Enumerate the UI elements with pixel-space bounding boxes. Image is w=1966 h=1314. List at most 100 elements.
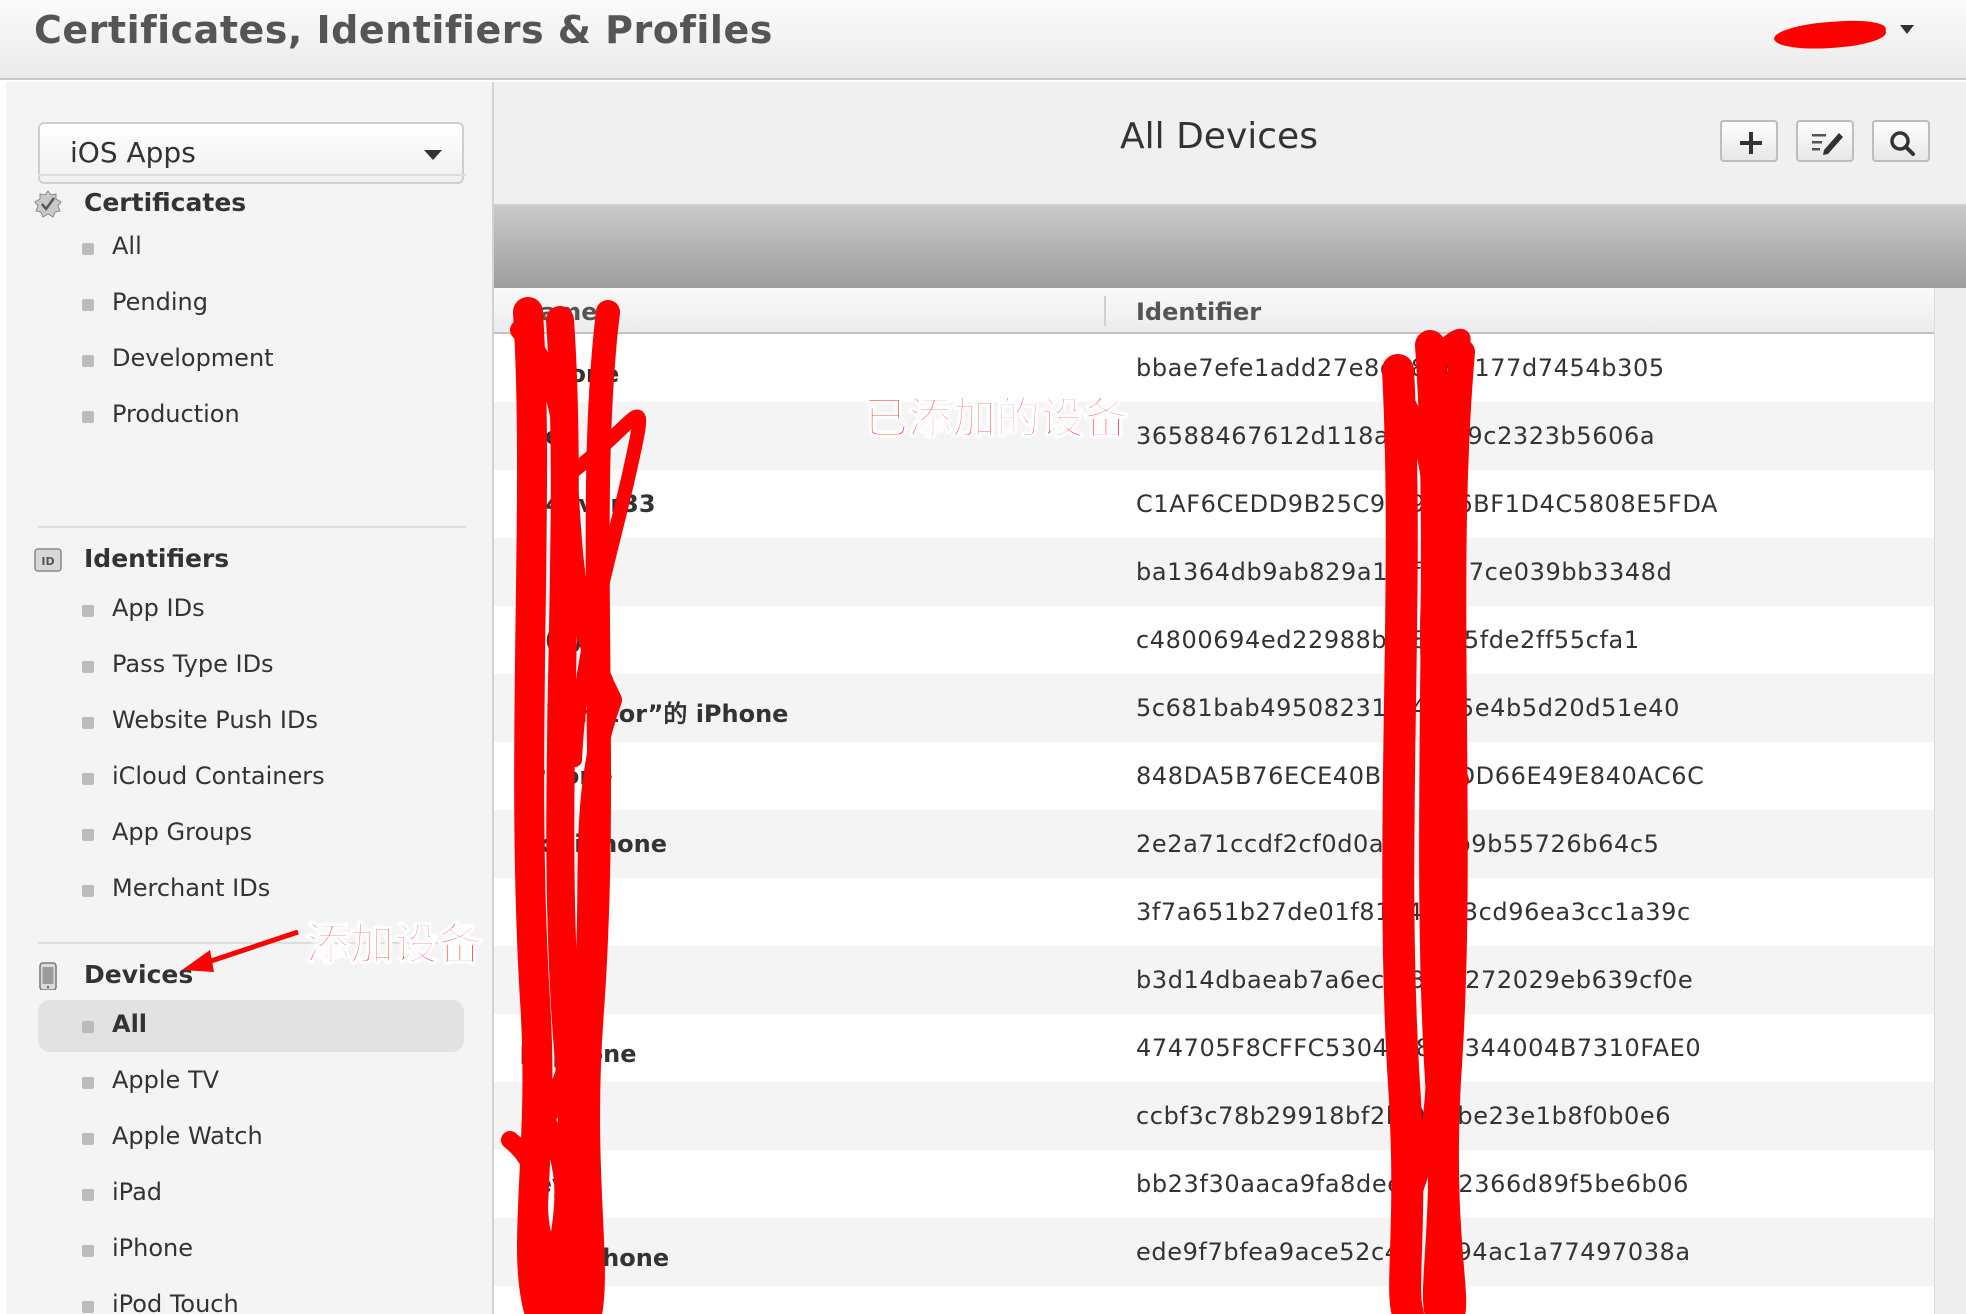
device-identifier: bbae7efe1add27e8cf 8568177d7454b305: [1136, 354, 1665, 382]
add-device-button[interactable]: [1720, 120, 1778, 162]
bullet-icon: [82, 1245, 94, 1257]
bullet-icon: [82, 1077, 94, 1089]
device-identifier: ede9f7bfea9ace52c4d 7094ac1a77497038a: [1136, 1238, 1691, 1266]
sidebar-item-apple-watch[interactable]: Apple Watch: [38, 1112, 464, 1164]
device-identifier: 5c681bab495082316 4885e4b5d20d51e40: [1136, 694, 1680, 722]
bullet-icon: [82, 299, 94, 311]
table-row[interactable]: n 4ever33 C1AF6CEDD9B25C94 9E56BF1D4C5808…: [494, 470, 1934, 538]
device-name: sky iPhone: [520, 830, 667, 858]
edit-button[interactable]: [1796, 120, 1854, 162]
devices-table: 的 hone bbae7efe1add27e8cf 8568177d7454b30…: [494, 334, 1934, 1314]
bullet-icon: [82, 717, 94, 729]
section-identifiers[interactable]: ID Identifiers: [34, 542, 454, 582]
sidebar-item-app-ids[interactable]: App IDs: [38, 584, 464, 636]
table-row[interactable]: ba1364db9ab829a1d fb377ce039bb3348d: [494, 538, 1934, 606]
device-icon: [39, 962, 57, 990]
sidebar-item-label: iCloud Containers: [112, 762, 325, 790]
sidebar-item-devices-all[interactable]: All: [38, 1000, 464, 1052]
column-header-identifier[interactable]: Identifier: [1136, 298, 1261, 326]
sidebar-item-certificates-development[interactable]: Development: [38, 334, 464, 386]
device-identifier: C1AF6CEDD9B25C94 9E56BF1D4C5808E5FDA: [1136, 490, 1719, 518]
search-icon: [1890, 131, 1915, 156]
device-identifier: b3d14dbaeab7a6ec6f3 6a272029eb639cf0e: [1136, 966, 1694, 994]
table-row[interactable]: inistrator”的 iPhone 5c681bab495082316 488…: [494, 674, 1934, 742]
sidebar-divider: [38, 526, 466, 528]
column-header-name[interactable]: Name: [520, 298, 598, 326]
sidebar-item-apple-tv[interactable]: Apple TV: [38, 1056, 464, 1108]
bullet-icon: [82, 411, 94, 423]
section-devices[interactable]: Devices: [34, 958, 454, 998]
sidebar-item-label: Apple TV: [112, 1066, 220, 1094]
section-certificates[interactable]: Certificates: [34, 186, 454, 226]
table-row[interactable]: 的 hone bbae7efe1add27e8cf 8568177d7454b30…: [494, 334, 1934, 402]
table-row[interactable]: veyou bb23f30aaca9fa8dee5 332366d89f5be6b…: [494, 1150, 1934, 1218]
section-label-identifiers: Identifiers: [84, 544, 230, 573]
device-name: iPhone: [520, 762, 613, 790]
sidebar-item-label: All: [112, 232, 142, 260]
device-name: n 4ever33: [520, 490, 656, 518]
scrollbar-track[interactable]: [1934, 288, 1966, 1314]
device-name: n: [520, 1102, 538, 1130]
sidebar-item-label: iPad: [112, 1178, 163, 1206]
plus-icon: [1740, 132, 1762, 154]
column-separator: [1104, 296, 1106, 326]
account-menu[interactable]: [1773, 16, 1914, 54]
sidebar-item-certificates-all[interactable]: All: [38, 222, 464, 274]
sidebar-item-label: iPod Touch: [112, 1290, 239, 1314]
caret-down-icon[interactable]: [1900, 25, 1914, 34]
device-identifier: bb23f30aaca9fa8dee5 332366d89f5be6b06: [1136, 1170, 1690, 1198]
sidebar-item-app-groups[interactable]: App Groups: [38, 808, 464, 860]
sidebar-item-pass-type-ids[interactable]: Pass Type IDs: [38, 640, 464, 692]
table-row[interactable]: 的 phone 474705F8CFFC5304D 8B6344004B7310F…: [494, 1014, 1934, 1082]
table-row[interactable]: sky iPhone 2e2a71ccdf2cf0d0a8a 54b9b55726…: [494, 810, 1934, 878]
table-row[interactable]: [494, 1286, 1934, 1314]
toolbar-band: [494, 206, 1966, 288]
table-row[interactable]: b3d14dbaeab7a6ec6f3 6a272029eb639cf0e: [494, 946, 1934, 1014]
sidebar-item-iphone[interactable]: iPhone: [38, 1224, 464, 1276]
sidebar-item-label: All: [112, 1010, 148, 1038]
sidebar-divider: [38, 942, 466, 944]
device-identifier: 848DA5B76ECE40BD9 00DD66E49E840AC6C: [1136, 762, 1705, 790]
table-row[interactable]: 3f7a651b27de01f8164 223cd96ea3cc1a39c: [494, 878, 1934, 946]
sidebar-divider: [38, 174, 466, 176]
sidebar-item-certificates-production[interactable]: Production: [38, 390, 464, 442]
sidebar-item-website-push-ids[interactable]: Website Push IDs: [38, 696, 464, 748]
sidebar-item-label: Website Push IDs: [112, 706, 318, 734]
sidebar-item-label: iPhone: [112, 1234, 194, 1262]
chevron-down-icon: [424, 150, 442, 160]
bullet-icon: [82, 1133, 94, 1145]
main-header: All Devices: [494, 82, 1966, 206]
account-name-redaction: [1773, 18, 1887, 52]
table-row[interactable]: e (2) c4800694ed22988bd 8ccf5fde2ff55cfa1: [494, 606, 1934, 674]
table-row[interactable]: o e 36588467612d118a acdf39c2323b5606a: [494, 402, 1934, 470]
device-identifier: c4800694ed22988bd 8ccf5fde2ff55cfa1: [1136, 626, 1640, 654]
table-row[interactable]: 何 的iPhone ede9f7bfea9ace52c4d 7094ac1a774…: [494, 1218, 1934, 1286]
sidebar-item-ipod-touch[interactable]: iPod Touch: [38, 1280, 464, 1314]
sidebar-item-certificates-pending[interactable]: Pending: [38, 278, 464, 330]
sidebar-item-label: Merchant IDs: [112, 874, 271, 902]
sidebar-item-merchant-ids[interactable]: Merchant IDs: [38, 864, 464, 916]
search-button[interactable]: [1872, 120, 1930, 162]
device-name: inistrator”的 iPhone: [520, 700, 789, 728]
sidebar-item-label: Production: [112, 400, 240, 428]
device-name: 的 phone: [520, 1040, 637, 1068]
bullet-icon: [82, 355, 94, 367]
sidebar-item-label: Apple Watch: [112, 1122, 263, 1150]
bullet-icon: [82, 773, 94, 785]
sidebar-item-ipad[interactable]: iPad: [38, 1168, 464, 1220]
device-name: 何 的iPhone: [520, 1244, 670, 1272]
bullet-icon: [82, 1301, 94, 1313]
bullet-icon: [82, 829, 94, 841]
top-header: Certificates, Identifiers & Profiles: [0, 0, 1966, 80]
sidebar-item-icloud-containers[interactable]: iCloud Containers: [38, 752, 464, 804]
bullet-icon: [82, 661, 94, 673]
developer-portal-page: Certificates, Identifiers & Profiles iOS…: [0, 0, 1966, 1314]
certificate-badge-icon: [34, 190, 62, 218]
sidebar: iOS Apps Certificates All Pending Develo…: [6, 82, 494, 1314]
bullet-icon: [82, 1021, 94, 1033]
table-row[interactable]: iPhone 848DA5B76ECE40BD9 00DD66E49E840AC6…: [494, 742, 1934, 810]
table-row[interactable]: n ccbf3c78b29918bf2b 0bbbe23e1b8f0b0e6: [494, 1082, 1934, 1150]
device-name: e (2): [520, 626, 584, 654]
bullet-icon: [82, 885, 94, 897]
device-identifier: 3f7a651b27de01f8164 223cd96ea3cc1a39c: [1136, 898, 1691, 926]
